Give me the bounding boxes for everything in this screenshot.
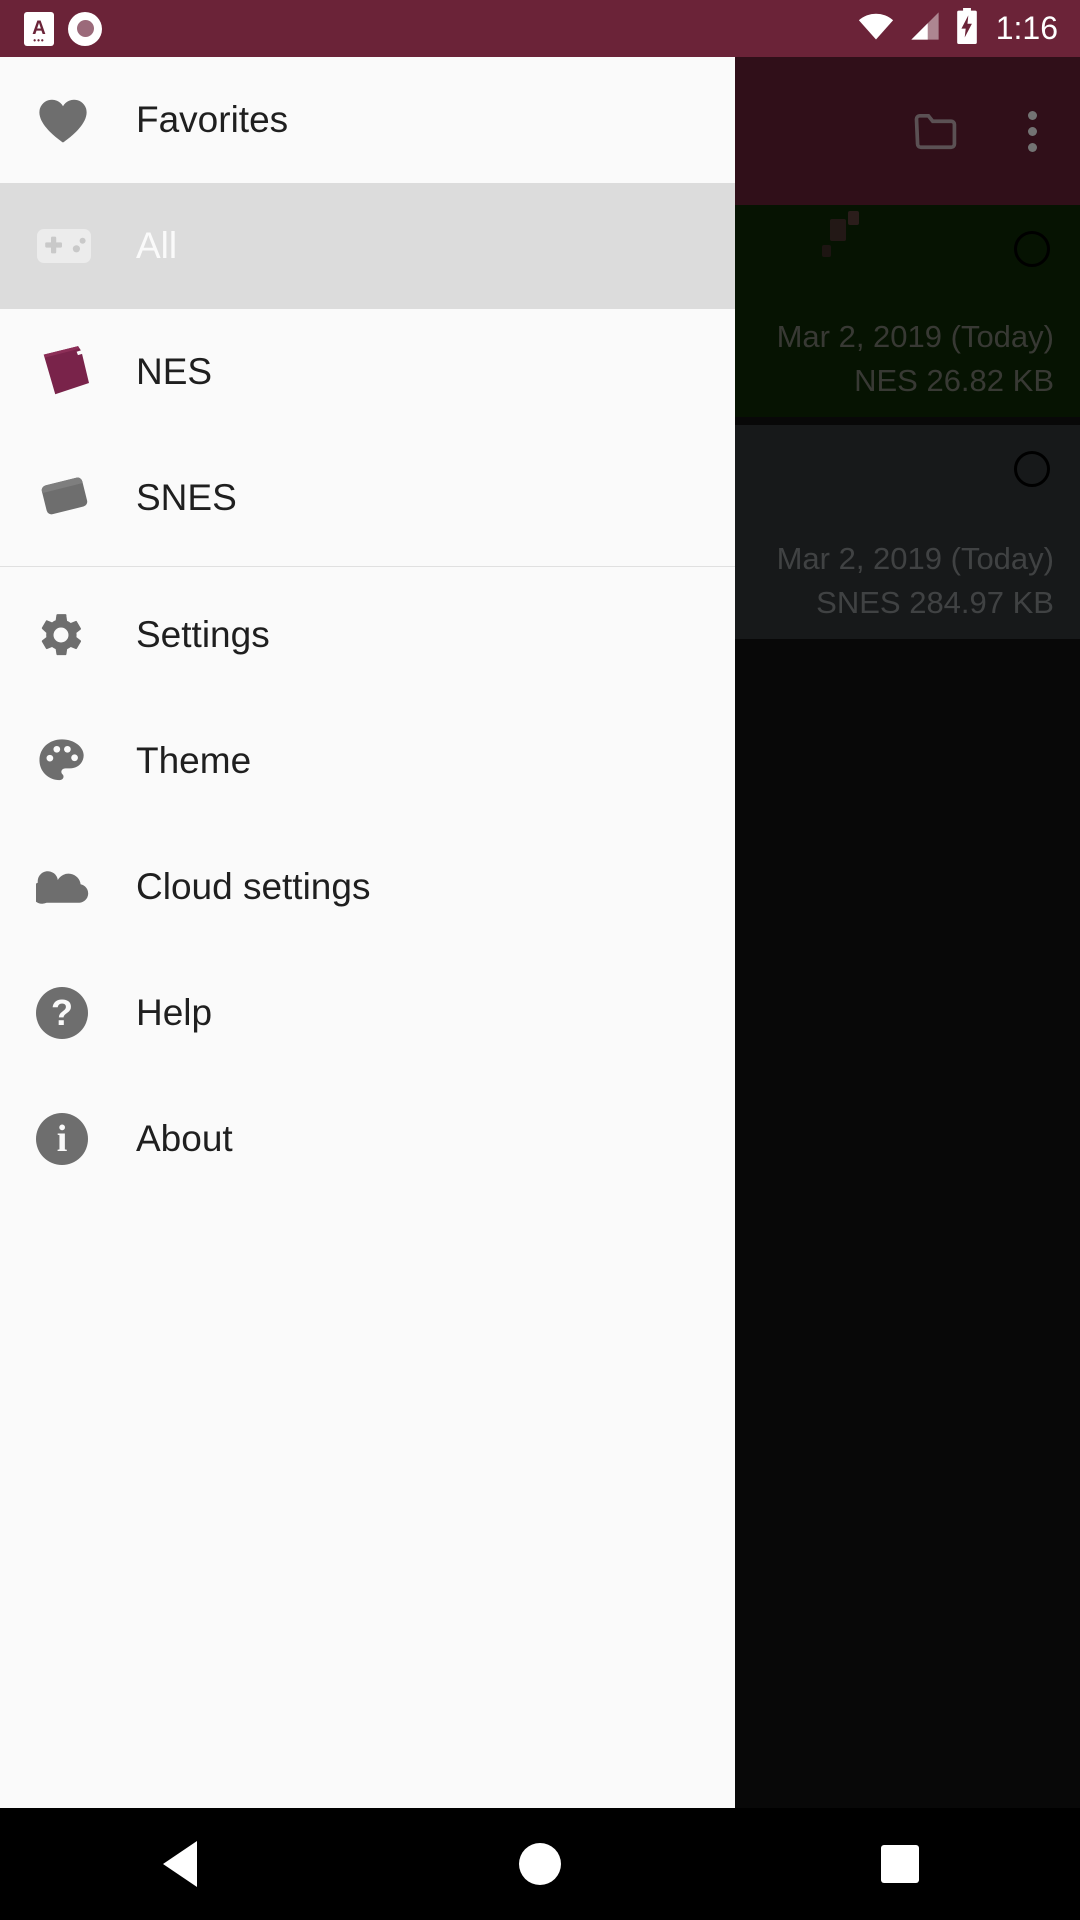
sidebar-item-cloud-settings[interactable]: Cloud settings — [0, 824, 735, 950]
gear-icon — [36, 610, 128, 660]
sidebar-item-about[interactable]: i About — [0, 1076, 735, 1202]
home-circle-icon[interactable] — [450, 1808, 630, 1920]
sidebar-item-label: Help — [136, 992, 213, 1033]
sidebar-item-label: Settings — [136, 614, 270, 655]
drawer-divider — [0, 566, 735, 567]
cloud-icon — [36, 867, 128, 907]
sidebar-item-help[interactable]: ? Help — [0, 950, 735, 1076]
app-notification-dots: ••• — [33, 35, 45, 45]
sidebar-item-label: Theme — [136, 740, 252, 781]
gamepad-icon — [36, 228, 128, 264]
navigation-drawer: Favorites All NES SNES Settings Theme Cl… — [0, 57, 735, 1808]
sidebar-item-theme[interactable]: Theme — [0, 698, 735, 824]
cartridge-icon — [36, 471, 128, 525]
status-bar-system-icons: 1:16 — [857, 8, 1080, 49]
sidebar-item-settings[interactable]: Settings — [0, 572, 735, 698]
battery-charging-icon — [955, 8, 979, 49]
sidebar-item-nes[interactable]: NES — [0, 309, 735, 435]
sidebar-item-label: Favorites — [136, 99, 289, 140]
sidebar-item-all[interactable]: All — [0, 183, 735, 309]
sidebar-item-label: SNES — [136, 477, 237, 518]
sidebar-item-label: All — [136, 225, 178, 266]
cartridge-icon — [36, 345, 128, 399]
info-circle-icon: i — [36, 1113, 128, 1165]
sidebar-item-label: Cloud settings — [136, 866, 371, 907]
sidebar-item-favorites[interactable]: Favorites — [0, 57, 735, 183]
screen-record-icon — [68, 11, 102, 46]
sidebar-item-label: NES — [136, 351, 213, 392]
app-notification-icon: A ••• — [24, 11, 54, 46]
recents-square-icon[interactable] — [810, 1808, 990, 1920]
heart-icon — [36, 95, 128, 145]
phone-screen: A ••• 1:16 Favorites All NES SNES Settin… — [0, 0, 1080, 1920]
system-navigation-bar — [0, 1808, 1080, 1920]
status-bar-clock: 1:16 — [995, 10, 1058, 46]
cellular-signal-icon — [908, 11, 942, 46]
status-bar-notifications: A ••• — [0, 11, 102, 46]
help-circle-icon: ? — [36, 987, 128, 1039]
palette-icon — [36, 736, 128, 786]
sidebar-item-snes[interactable]: SNES — [0, 435, 735, 561]
status-bar: A ••• 1:16 — [0, 0, 1080, 57]
back-triangle-icon[interactable] — [90, 1808, 270, 1920]
wifi-icon — [857, 11, 895, 46]
sidebar-item-label: About — [136, 1118, 233, 1159]
